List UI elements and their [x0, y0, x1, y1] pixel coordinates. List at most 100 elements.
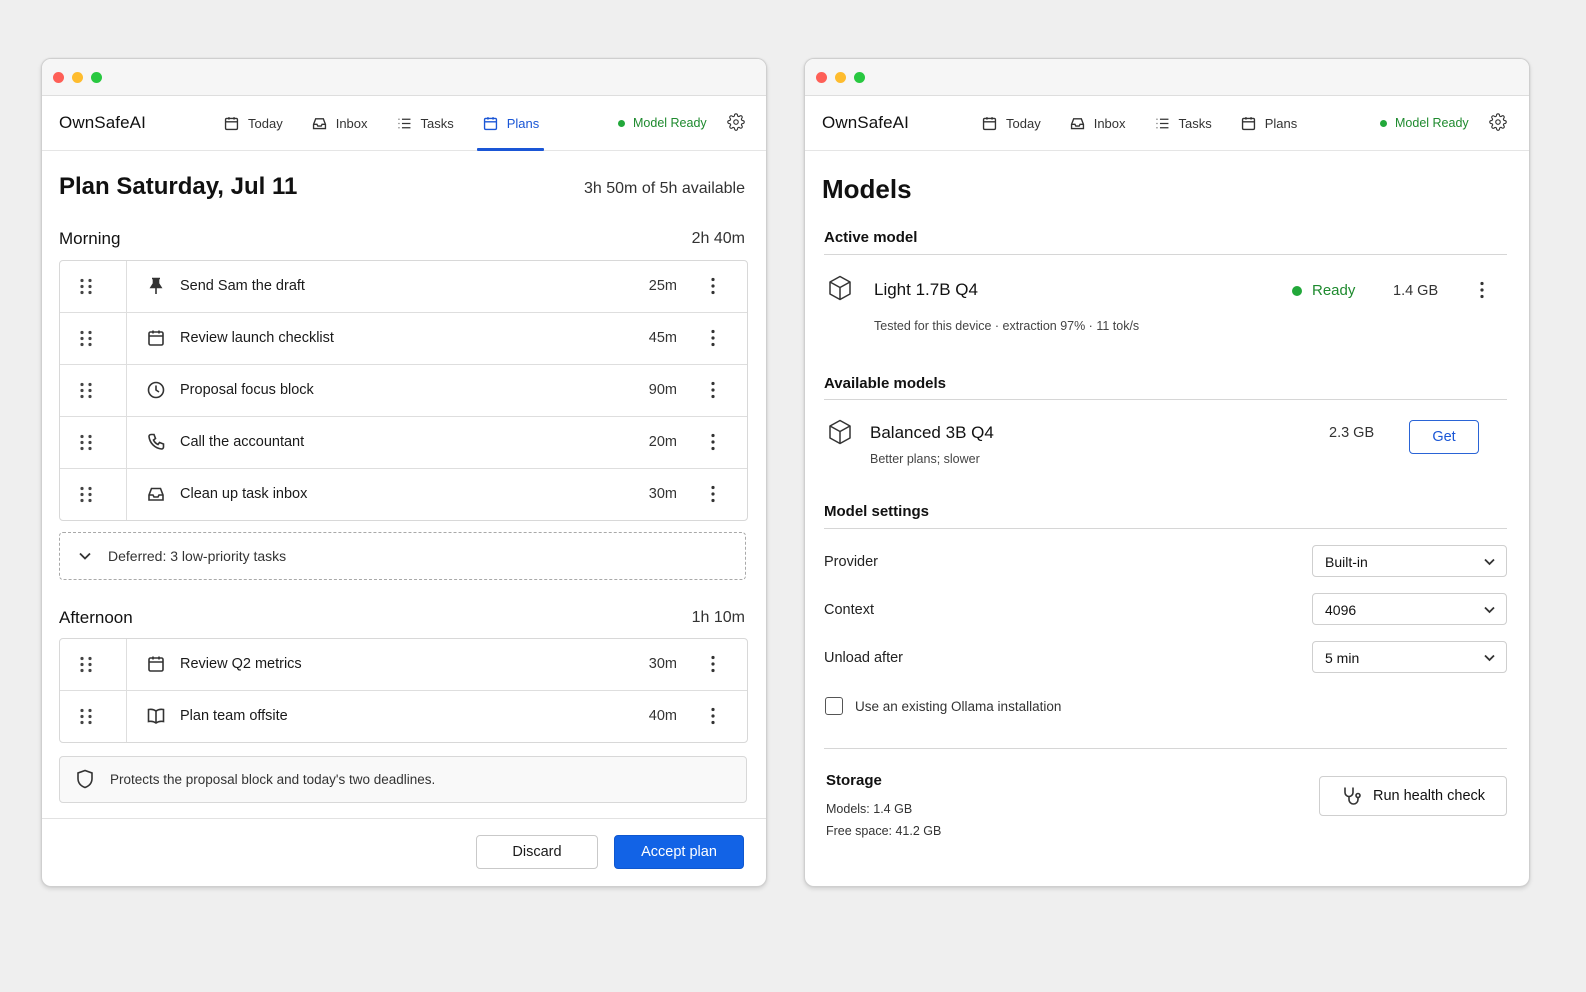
list-icon	[1156, 118, 1168, 128]
nav-today-label: Today	[1006, 115, 1041, 131]
close-window-button[interactable]	[816, 72, 827, 83]
nav-tasks[interactable]: Tasks	[391, 96, 459, 150]
inbox-icon	[146, 484, 166, 504]
task-menu-button[interactable]	[703, 379, 723, 401]
zoom-window-button[interactable]	[91, 72, 102, 83]
plan-footer: Discard Accept plan	[42, 818, 766, 886]
nav-plans[interactable]: Plans	[476, 96, 545, 151]
nav-tasks[interactable]: Tasks	[1149, 96, 1217, 150]
afternoon-label: Afternoon	[59, 608, 133, 627]
storage-models-size: Models: 1.4 GB	[826, 802, 913, 816]
task-menu-button[interactable]	[703, 653, 723, 675]
drag-handle-icon	[80, 434, 92, 451]
inbox-icon	[1070, 117, 1084, 129]
task-menu-button[interactable]	[703, 275, 723, 297]
nav-inbox[interactable]: Inbox	[1064, 96, 1131, 150]
drag-handle[interactable]	[60, 691, 127, 742]
deferred-tasks-toggle[interactable]: Deferred: 3 low-priority tasks	[59, 532, 746, 580]
chevron-down-icon	[1484, 606, 1495, 614]
task-title: Call the accountant	[180, 434, 305, 450]
discard-button[interactable]: Discard	[476, 835, 598, 869]
active-model-menu-button[interactable]	[1472, 279, 1492, 301]
divider	[824, 528, 1507, 529]
task-row[interactable]: Clean up task inbox 30m	[60, 469, 747, 520]
minimize-window-button[interactable]	[835, 72, 846, 83]
storage-heading: Storage	[826, 772, 882, 789]
task-row[interactable]: Proposal focus block 90m	[60, 365, 747, 417]
gear-icon	[727, 113, 745, 131]
context-value: 4096	[1325, 602, 1357, 618]
zoom-window-button[interactable]	[854, 72, 865, 83]
provider-select[interactable]: Built-in	[1312, 545, 1507, 577]
ollama-checkbox[interactable]	[825, 697, 843, 715]
nav-inbox-label: Inbox	[1093, 115, 1126, 131]
model-status-label: Model Ready	[633, 116, 707, 130]
nav-today[interactable]: Today	[218, 96, 288, 150]
plan-note-text: Protects the proposal block and today's …	[110, 772, 436, 787]
model-status-label: Model Ready	[1395, 116, 1469, 130]
settings-button[interactable]	[1489, 113, 1507, 131]
task-row[interactable]: Review Q2 metrics 30m	[60, 639, 747, 691]
more-vertical-icon	[711, 329, 715, 347]
accept-plan-button[interactable]: Accept plan	[614, 835, 744, 869]
close-window-button[interactable]	[53, 72, 64, 83]
task-row[interactable]: Review launch checklist 45m	[60, 313, 747, 365]
page-title: Models	[822, 174, 912, 204]
drag-handle[interactable]	[60, 313, 127, 364]
more-vertical-icon	[1480, 281, 1484, 299]
divider	[824, 254, 1507, 255]
nav-plans[interactable]: Plans	[1235, 96, 1303, 150]
task-title: Send Sam the draft	[180, 278, 305, 294]
provider-value: Built-in	[1325, 554, 1368, 570]
calendar-icon	[224, 116, 239, 130]
nav-today-label: Today	[248, 115, 283, 131]
task-duration: 30m	[648, 486, 677, 502]
task-duration: 30m	[648, 656, 677, 672]
phone-icon	[146, 432, 166, 452]
nav-today[interactable]: Today	[976, 96, 1046, 150]
drag-handle-icon	[80, 486, 92, 503]
nav-tasks-label: Tasks	[1178, 115, 1212, 131]
drag-handle[interactable]	[60, 261, 127, 312]
context-select[interactable]: 4096	[1312, 593, 1507, 625]
calendar-icon	[146, 654, 166, 674]
morning-label: Morning	[59, 229, 121, 248]
active-model-name: Light 1.7B Q4	[874, 280, 978, 299]
more-vertical-icon	[711, 485, 715, 503]
afternoon-total: 1h 10m	[691, 609, 745, 626]
calendar-icon	[982, 116, 997, 130]
inbox-icon	[312, 117, 326, 129]
task-menu-button[interactable]	[703, 327, 723, 349]
task-title: Plan team offsite	[180, 708, 288, 724]
unload-after-select[interactable]: 5 min	[1312, 641, 1507, 673]
task-title: Proposal focus block	[180, 382, 314, 398]
run-health-check-button[interactable]: Run health check	[1319, 776, 1507, 816]
models-window: OwnSafeAI Today Inbox Tasks Plans Model …	[804, 58, 1530, 887]
cube-icon	[826, 418, 854, 446]
ollama-checkbox-label[interactable]: Use an existing Ollama installation	[855, 699, 1061, 714]
task-menu-button[interactable]	[703, 483, 723, 505]
drag-handle[interactable]	[60, 639, 127, 690]
settings-button[interactable]	[727, 113, 745, 131]
unload-after-label: Unload after	[824, 650, 903, 666]
get-model-button[interactable]: Get	[1409, 420, 1479, 454]
chevron-down-icon	[1484, 654, 1495, 662]
task-row[interactable]: Call the accountant 20m	[60, 417, 747, 469]
drag-handle[interactable]	[60, 469, 127, 520]
plan-window: OwnSafeAI Today Inbox Tasks Plans Model …	[41, 58, 767, 887]
task-menu-button[interactable]	[703, 705, 723, 727]
drag-handle-icon	[80, 278, 92, 295]
task-title: Clean up task inbox	[180, 486, 308, 502]
nav-plans-label: Plans	[1264, 115, 1298, 131]
task-row[interactable]: Plan team offsite 40m	[60, 691, 747, 742]
minimize-window-button[interactable]	[72, 72, 83, 83]
task-menu-button[interactable]	[703, 431, 723, 453]
task-row[interactable]: Send Sam the draft 25m	[60, 261, 747, 313]
available-model-subtitle: Better plans; slower	[870, 452, 980, 466]
drag-handle[interactable]	[60, 365, 127, 416]
nav-inbox[interactable]: Inbox	[306, 96, 373, 150]
drag-handle[interactable]	[60, 417, 127, 468]
calendar-icon	[146, 328, 166, 348]
morning-task-list: Send Sam the draft 25m Review launch che…	[59, 260, 748, 521]
active-model-size: 1.4 GB	[1393, 283, 1439, 299]
